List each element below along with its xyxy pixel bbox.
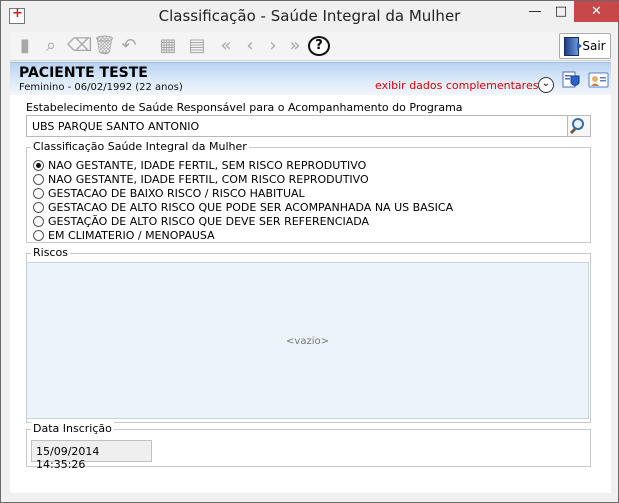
classification-option-label: EM CLIMATERIO / MENOPAUSA bbox=[48, 228, 215, 242]
establishment-search-button[interactable] bbox=[567, 116, 590, 136]
exit-button[interactable]: Sair bbox=[559, 33, 611, 59]
classification-group: Classificação Saúde Integral da Mulher N… bbox=[26, 140, 591, 243]
patient-details: Feminino - 06/02/1992 (22 anos) bbox=[19, 82, 183, 93]
registration-date-legend: Data Inscrição bbox=[31, 422, 114, 435]
application-window: Classificação - Saúde Integral da Mulher… bbox=[0, 0, 619, 503]
classification-option-label: GESTAÇÃO DE ALTO RISCO QUE DEVE SER REFE… bbox=[48, 214, 370, 228]
radio-icon[interactable] bbox=[33, 201, 44, 213]
first-icon[interactable]: « bbox=[216, 36, 236, 56]
last-icon[interactable]: » bbox=[285, 36, 305, 56]
risks-legend: Riscos bbox=[31, 246, 70, 259]
print-icon[interactable]: ▤ bbox=[187, 36, 207, 56]
minimize-button[interactable]: — bbox=[522, 1, 548, 22]
patient-card-icon[interactable] bbox=[588, 71, 609, 89]
radio-icon[interactable] bbox=[33, 229, 44, 241]
form-content: Estabelecimento de Saúde Responsável par… bbox=[10, 95, 611, 493]
new-icon[interactable]: ▮ bbox=[15, 36, 35, 56]
undo-icon[interactable]: ↶ bbox=[119, 36, 139, 56]
establishment-label: Estabelecimento de Saúde Responsável par… bbox=[26, 101, 463, 114]
trash-icon[interactable]: 🗑 bbox=[93, 36, 116, 56]
selected-radio-icon[interactable] bbox=[33, 159, 44, 171]
establishment-value: UBS PARQUE SANTO ANTONIO bbox=[32, 120, 200, 133]
exit-door-icon bbox=[564, 36, 583, 56]
radio-icon[interactable] bbox=[33, 173, 44, 185]
establishment-field[interactable]: UBS PARQUE SANTO ANTONIO bbox=[26, 115, 591, 137]
help-icon[interactable]: ? bbox=[308, 36, 330, 56]
classification-option[interactable]: NAO GESTANTE, IDADE FERTIL, COM RISCO RE… bbox=[33, 172, 369, 186]
classification-option-label: NAO GESTANTE, IDADE FERTIL, COM RISCO RE… bbox=[48, 172, 369, 186]
title-bar: Classificação - Saúde Integral da Mulher… bbox=[1, 1, 619, 31]
classification-option[interactable]: GESTACAO DE ALTO RISCO QUE PODE SER ACOM… bbox=[33, 200, 453, 214]
classification-option[interactable]: GESTAÇÃO DE ALTO RISCO QUE DEVE SER REFE… bbox=[33, 214, 369, 228]
empty-risks-label: <vazio> bbox=[286, 336, 329, 347]
classification-option[interactable]: EM CLIMATERIO / MENOPAUSA bbox=[33, 228, 215, 242]
radio-icon[interactable] bbox=[33, 187, 44, 199]
toolbar: ▮ ⌕ ⌫ 🗑 ↶ ▦ ▤ « ‹ › » ? Sair bbox=[10, 32, 611, 61]
classification-option-label: NAO GESTANTE, IDADE FERTIL, SEM RISCO RE… bbox=[48, 158, 367, 172]
patient-name: PACIENTE TESTE bbox=[19, 65, 148, 81]
save-icon[interactable]: ▦ bbox=[158, 36, 178, 56]
chevron-down-icon[interactable]: ⌄ bbox=[538, 77, 554, 93]
window-bottom-edge bbox=[1, 493, 618, 502]
classification-option-label: GESTACAO DE ALTO RISCO QUE PODE SER ACOM… bbox=[48, 200, 454, 214]
classification-option-label: GESTACAO DE BAIXO RISCO / RISCO HABITUAL bbox=[48, 186, 305, 200]
next-icon[interactable]: › bbox=[263, 36, 283, 56]
classification-option[interactable]: GESTACAO DE BAIXO RISCO / RISCO HABITUAL bbox=[33, 186, 305, 200]
close-button[interactable]: ✕ bbox=[574, 1, 619, 22]
registration-date-field: 15/09/2014 14:35:26 bbox=[31, 440, 152, 471]
complementary-data-link[interactable]: exibir dados complementares... bbox=[375, 79, 549, 92]
security-shield-icon[interactable] bbox=[560, 70, 582, 90]
eraser-icon[interactable]: ⌫ bbox=[67, 36, 92, 56]
binoculars-icon[interactable]: ⌕ bbox=[41, 36, 61, 56]
registration-date-value: 15/09/2014 14:35:26 bbox=[36, 445, 100, 471]
classification-legend: Classificação Saúde Integral da Mulher bbox=[31, 140, 249, 153]
search-icon bbox=[569, 118, 584, 135]
radio-icon[interactable] bbox=[33, 215, 44, 227]
maximize-button[interactable]: □ bbox=[548, 1, 574, 22]
classification-option[interactable]: NAO GESTANTE, IDADE FERTIL, SEM RISCO RE… bbox=[33, 158, 366, 172]
previous-icon[interactable]: ‹ bbox=[240, 36, 260, 56]
patient-header: PACIENTE TESTE Feminino - 06/02/1992 (22… bbox=[10, 62, 611, 95]
risks-list[interactable]: <vazio> bbox=[26, 262, 589, 419]
exit-button-label: Sair bbox=[582, 39, 606, 53]
